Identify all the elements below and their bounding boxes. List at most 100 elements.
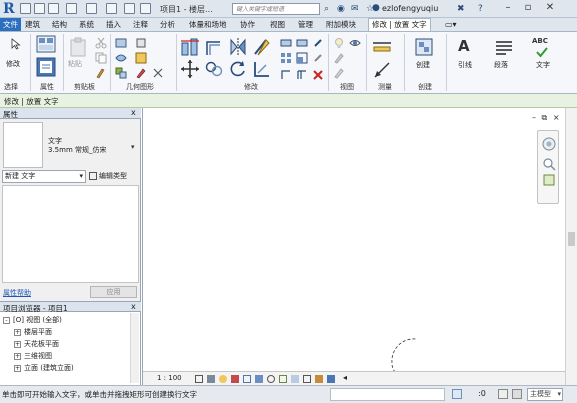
delete-icon[interactable] [312,69,324,81]
subscription-icon[interactable]: ◉ [337,4,345,14]
panel-toggle-icon[interactable]: ▭▾ [445,19,457,31]
detail-level-icon[interactable] [195,375,203,383]
apply-button[interactable]: 应用 [90,286,137,298]
tab-collaborate[interactable]: 协作 [240,19,255,31]
show-crop-icon[interactable] [255,375,263,383]
tree-item-floor-plans[interactable]: + 楼层平面 [14,327,52,338]
workset-field[interactable] [330,388,445,401]
tab-manage[interactable]: 管理 [298,19,313,31]
properties-help-link[interactable]: 属性帮助 [3,288,31,298]
tree-item-views[interactable]: - [O] 视图 (全部) [3,315,62,326]
split-icon[interactable] [280,37,292,49]
viewbar-chevron-icon[interactable]: ◂ [343,373,347,382]
edit-type-button[interactable]: 编辑类型 [89,171,127,181]
tab-massing-site[interactable]: 体量和场地 [189,19,227,31]
tab-analyze[interactable]: 分析 [160,19,175,31]
rotate-icon[interactable] [228,59,248,79]
visual-style-icon[interactable] [207,375,215,383]
cut-icon[interactable] [95,37,107,49]
match-properties-icon[interactable] [95,67,107,79]
steering-wheel-icon[interactable] [542,137,556,151]
crop-view-icon[interactable] [243,375,251,383]
highlight-displacement-icon[interactable] [327,375,335,383]
align-icon[interactable] [180,37,200,57]
paste-label[interactable]: 粘贴 [68,59,82,69]
expand-icon[interactable]: + [14,364,21,372]
drawing-canvas[interactable] [142,108,565,385]
trim-multiple-icon[interactable] [296,69,308,81]
design-options-icon[interactable] [512,389,522,399]
temp-hide-icon[interactable] [279,375,287,383]
trim-extend-icon[interactable] [252,59,272,79]
type-properties-icon[interactable] [36,34,56,54]
create-label[interactable]: 创建 [416,60,430,70]
leader-a-icon[interactable]: A [458,37,470,55]
search-input[interactable]: 键入关键字或短语 [232,3,320,15]
close-icon[interactable]: ✕ [542,1,558,16]
copy-element-icon[interactable] [204,59,224,79]
properties-close-icon[interactable]: x [131,108,136,117]
bulb-icon[interactable] [333,37,345,49]
dimension-icon[interactable] [372,60,392,80]
expand-icon[interactable]: + [14,352,21,360]
tab-file[interactable]: 文件 [0,18,21,31]
scrollbar-thumb[interactable] [568,232,575,246]
tab-addins[interactable]: 附加模块 [326,19,356,31]
worksharing-icon[interactable] [303,375,311,383]
wall-joins-icon[interactable] [135,37,147,49]
app-logo[interactable]: R [3,1,16,17]
canvas-vertical-scrollbar[interactable] [565,108,577,385]
sync-icon[interactable] [48,3,59,14]
restore-view-icon[interactable]: ⧉ [542,113,548,122]
measure-icon[interactable] [124,3,135,14]
binoculars-icon[interactable]: ⌕ [324,4,329,14]
type-selector-chevron-icon[interactable]: ▾ [131,143,135,151]
paint-icon[interactable] [135,67,147,79]
collapse-icon[interactable]: - [3,316,10,324]
properties-grid[interactable] [2,185,139,283]
design-option-select[interactable]: 主模型 ▾ [527,388,563,401]
tab-insert[interactable]: 插入 [106,19,121,31]
tree-item-ceiling-plans[interactable]: + 天花板平面 [14,339,59,350]
paste-icon[interactable] [68,37,88,57]
save-icon[interactable] [34,3,45,14]
paragraph-label[interactable]: 段落 [494,60,508,70]
filter-icon[interactable] [498,389,508,399]
browser-close-icon[interactable]: x [131,302,136,311]
mirror-axis-icon[interactable] [228,37,248,57]
expand-icon[interactable]: + [14,340,21,348]
view-scale[interactable]: 1 : 100 [157,374,182,382]
communication-icon[interactable]: ✉ [351,4,359,14]
override-graphics-icon[interactable] [333,52,345,64]
instance-filter-select[interactable]: 新建 文字 ▾ [2,170,86,183]
reveal-hidden-icon[interactable] [291,375,299,383]
tab-modify-place-text[interactable]: 修改 | 放置 文字 [368,18,431,31]
zoom-region-icon[interactable] [542,173,556,187]
user-name[interactable]: ezlofengyuqiu [382,4,438,13]
shadows-icon[interactable] [231,375,239,383]
properties-icon[interactable] [36,57,56,77]
join-icon[interactable] [115,67,127,79]
analytical-model-icon[interactable] [315,375,323,383]
help-icon[interactable]: ? [478,4,483,14]
sun-path-icon[interactable] [219,375,227,383]
spellcheck-icon[interactable]: ABC [532,37,548,45]
tree-item-3d-views[interactable]: + 三维视图 [14,351,52,362]
offset-icon[interactable] [204,37,224,57]
demolish-icon[interactable] [152,67,164,79]
tree-item-elevations[interactable]: + 立面 (建筑立面) [14,363,74,374]
copy-icon[interactable] [95,52,107,64]
type-subname[interactable]: 3.5mm 常规_仿宋 [48,145,107,155]
browser-scrollbar[interactable] [130,313,139,383]
unpin-icon[interactable] [312,52,324,64]
editing-requests-icon[interactable] [452,389,462,399]
cut-geometry-icon[interactable] [115,52,127,64]
tab-annotate[interactable]: 注释 [133,19,148,31]
tab-view[interactable]: 视图 [270,19,285,31]
unlock-3d-icon[interactable] [267,375,275,383]
paragraph-icon[interactable] [494,38,514,58]
hide-icon[interactable] [349,37,361,49]
create-group-icon[interactable] [414,37,434,57]
expand-icon[interactable]: + [14,328,21,336]
split-gap-icon[interactable] [296,37,308,49]
